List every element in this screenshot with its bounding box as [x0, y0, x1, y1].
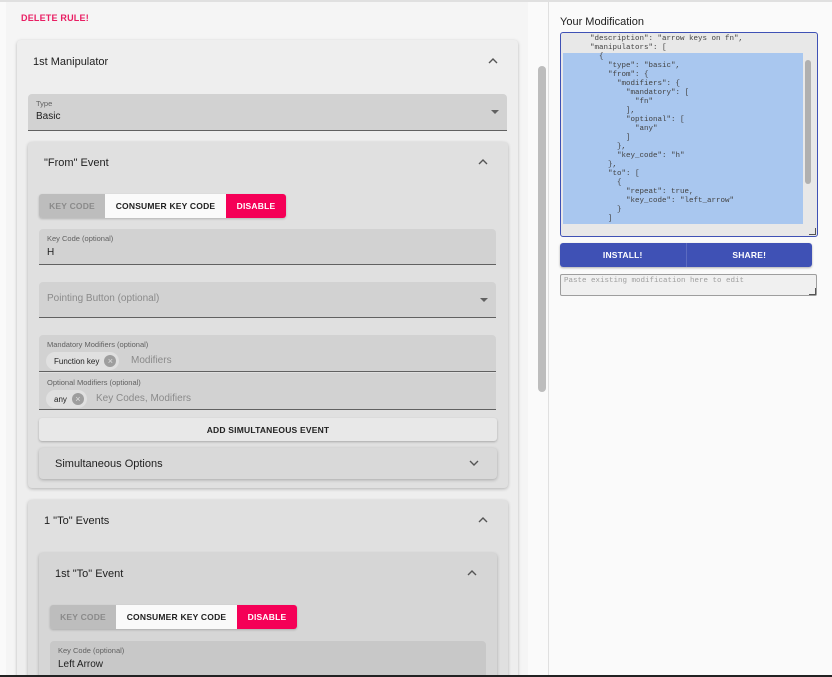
- code-line: "key_code": "left_arrow": [563, 197, 803, 206]
- simultaneous-options-title: Simultaneous Options: [55, 458, 163, 470]
- mandatory-modifiers-label: Mandatory Modifiers (optional): [47, 340, 149, 349]
- chevron-up-icon[interactable]: [467, 568, 477, 578]
- chip-remove-icon[interactable]: ×: [104, 355, 117, 367]
- code-line: }: [563, 206, 803, 215]
- code-line: },: [563, 161, 803, 170]
- resize-handle-icon[interactable]: [809, 288, 816, 295]
- simultaneous-options-panel[interactable]: Simultaneous Options: [39, 448, 497, 479]
- code-scrollbar[interactable]: [805, 60, 811, 184]
- code-line: "fn": [563, 98, 803, 107]
- manipulator-title: 1st Manipulator: [33, 56, 109, 68]
- consumer-key-code-button[interactable]: CONSUMER KEY CODE: [116, 605, 237, 629]
- type-value: Basic: [36, 111, 61, 122]
- pointing-button-select[interactable]: Pointing Button (optional): [39, 282, 496, 318]
- key-code-label: Key Code (optional): [47, 234, 114, 243]
- code-line: "from": {: [563, 71, 803, 80]
- column-divider: [548, 2, 549, 675]
- dropdown-caret-icon: [491, 110, 499, 114]
- consumer-key-code-button[interactable]: CONSUMER KEY CODE: [105, 194, 226, 218]
- key-code-value: H: [47, 247, 55, 258]
- code-line: {: [563, 179, 803, 188]
- type-label: Type: [36, 99, 53, 108]
- code-line: "mandatory": [: [563, 89, 803, 98]
- disable-button[interactable]: DISABLE: [226, 194, 286, 218]
- chip-label: any: [54, 394, 67, 404]
- modification-title: Your Modification: [560, 16, 644, 28]
- modifier-chip-function-key[interactable]: Function key ×: [46, 352, 120, 370]
- from-event-type-group: KEY CODE CONSUMER KEY CODE DISABLE: [39, 194, 286, 218]
- chip-label: Function key: [54, 356, 100, 366]
- share-button[interactable]: SHARE!: [685, 243, 812, 267]
- delete-rule-button[interactable]: DELETE RULE!: [21, 13, 89, 23]
- code-line: "type": "basic",: [563, 62, 803, 71]
- action-bar: INSTALL! SHARE!: [560, 243, 812, 267]
- to-events-title: 1 "To" Events: [44, 515, 110, 527]
- code-line: "modifiers": {: [563, 80, 803, 89]
- key-code-button[interactable]: KEY CODE: [39, 194, 105, 218]
- to-key-code-label: Key Code (optional): [58, 646, 125, 655]
- resize-handle-icon[interactable]: [809, 228, 816, 235]
- key-codes-modifiers-placeholder: Key Codes, Modifiers: [96, 393, 192, 404]
- paste-modification-textarea[interactable]: Paste existing modification here to edit: [560, 274, 817, 296]
- chip-remove-icon[interactable]: ×: [71, 393, 84, 405]
- disable-button[interactable]: DISABLE: [237, 605, 297, 629]
- code-line: "description": "arrow keys on fn",: [563, 35, 744, 43]
- rule-editor: DELETE RULE! 1st Manipulator Type Basic …: [6, 2, 528, 675]
- code-line: "optional": [: [563, 116, 803, 125]
- paste-placeholder: Paste existing modification here to edit: [564, 277, 745, 285]
- mandatory-modifiers-field[interactable]: Mandatory Modifiers (optional) Function …: [39, 335, 496, 372]
- key-code-field[interactable]: Key Code (optional) H: [39, 229, 496, 265]
- to-key-code-value: Left Arrow: [58, 659, 104, 670]
- code-line: ]: [563, 134, 803, 143]
- from-event-title: "From" Event: [44, 157, 109, 169]
- add-simultaneous-event-button[interactable]: ADD SIMULTANEOUS EVENT: [39, 418, 497, 441]
- chevron-up-icon[interactable]: [488, 56, 498, 66]
- chevron-down-icon[interactable]: [469, 458, 479, 468]
- code-line: "any": [563, 125, 803, 134]
- code-line: {: [563, 53, 803, 62]
- left-scrollbar[interactable]: [538, 66, 546, 392]
- first-to-event-title: 1st "To" Event: [55, 568, 124, 580]
- chevron-up-icon[interactable]: [478, 157, 488, 167]
- install-button[interactable]: INSTALL!: [560, 243, 686, 267]
- optional-modifiers-label: Optional Modifiers (optional): [47, 378, 141, 387]
- code-line: ],: [563, 107, 803, 116]
- from-event-panel: "From" Event KEY CODE CONSUMER KEY CODE …: [28, 142, 508, 488]
- pointing-button-placeholder: Pointing Button (optional): [47, 293, 160, 304]
- type-select[interactable]: Type Basic: [28, 94, 507, 131]
- modification-json-textarea[interactable]: "description": "arrow keys on fn", "mani…: [560, 32, 818, 237]
- first-to-event-panel: 1st "To" Event KEY CODE CONSUMER KEY COD…: [39, 553, 497, 675]
- key-code-button[interactable]: KEY CODE: [50, 605, 116, 629]
- code-line: "manipulators": [: [563, 44, 667, 52]
- code-line: "repeat": true,: [563, 188, 803, 197]
- to-events-panel: 1 "To" Events 1st "To" Event KEY CODE CO…: [28, 500, 508, 675]
- dropdown-caret-icon: [480, 298, 488, 302]
- modifiers-placeholder: Modifiers: [131, 355, 172, 366]
- modifier-chip-any[interactable]: any ×: [46, 390, 87, 408]
- optional-modifiers-field[interactable]: Optional Modifiers (optional) any × Key …: [39, 373, 496, 410]
- to-key-code-field[interactable]: Key Code (optional) Left Arrow: [50, 641, 486, 675]
- modification-json-code: "description": "arrow keys on fn", "mani…: [563, 35, 803, 224]
- code-line: ]: [563, 215, 803, 224]
- chevron-up-icon[interactable]: [478, 515, 488, 525]
- to-event-type-group: KEY CODE CONSUMER KEY CODE DISABLE: [50, 605, 297, 629]
- code-line: "key_code": "h": [563, 152, 803, 161]
- code-line: },: [563, 143, 803, 152]
- code-line: "to": [: [563, 170, 803, 179]
